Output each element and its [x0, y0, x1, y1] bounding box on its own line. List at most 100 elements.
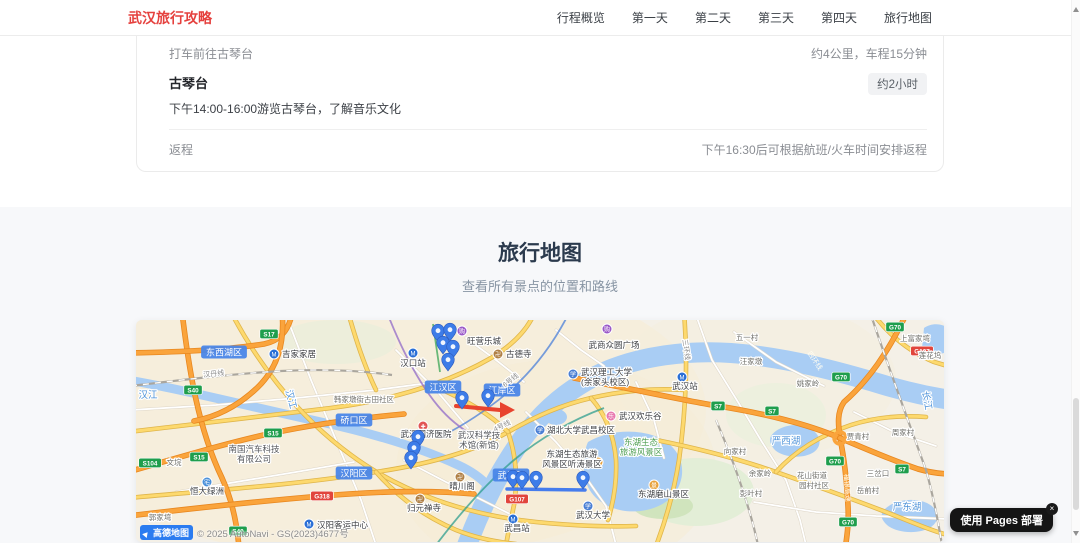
deploy-badge-text: 使用 Pages 部署	[960, 515, 1043, 527]
svg-text:归元禅寺: 归元禅寺	[407, 503, 442, 513]
svg-text:余家岭: 余家岭	[749, 468, 772, 478]
water-label: 严西湖	[771, 435, 802, 448]
return-note: 下午16:30后可根据航班/火车时间安排返程	[701, 143, 927, 157]
svg-text:S7: S7	[714, 403, 722, 410]
scrollbar[interactable]	[1071, 0, 1080, 543]
district-label: 硚口区	[335, 413, 373, 427]
svg-text:韩家墩街古田社区: 韩家墩街古田社区	[334, 394, 394, 404]
water-label: 汉江	[137, 389, 159, 402]
map-text-label: 五一村	[735, 331, 760, 343]
svg-text:周家村: 周家村	[892, 427, 915, 437]
svg-text:晴川阁: 晴川阁	[449, 481, 475, 491]
amap-logo-text: 高德地图	[153, 528, 190, 538]
road-badge-G70: G70	[825, 455, 845, 467]
nav-link-3[interactable]: 第三天	[758, 9, 794, 26]
svg-text:郭家塆: 郭家塆	[149, 512, 172, 522]
nav-link-5[interactable]: 旅行地图	[884, 9, 932, 26]
scrollbar-thumb[interactable]	[1073, 398, 1079, 510]
map-poi[interactable]: 武汉科学技术馆(新馆)	[457, 429, 502, 451]
scroll-down-icon[interactable]	[1073, 531, 1079, 539]
svg-text:严东湖: 严东湖	[893, 501, 922, 513]
road-badge-S40: S40	[183, 384, 203, 396]
road-badge-S15: S15	[263, 427, 283, 439]
map-poi[interactable]: 学湖北大学武昌校区	[534, 424, 617, 436]
map-text-label: 姚家岭	[796, 377, 821, 389]
amap-logo[interactable]: 高德地图	[140, 525, 194, 540]
route-blue	[505, 487, 587, 492]
svg-text:S15: S15	[193, 454, 205, 461]
map-text-label: 园村社区	[798, 479, 831, 491]
nav-links: 行程概览 第一天 第二天 第三天 第四天 旅行地图	[557, 9, 932, 26]
transfer-label: 打车前往古琴台	[169, 47, 254, 61]
spot-name: 古琴台	[169, 76, 209, 91]
close-icon[interactable]: ×	[1046, 503, 1058, 515]
svg-text:武汉欢乐谷: 武汉欢乐谷	[619, 411, 662, 421]
svg-text:G318: G318	[314, 493, 330, 500]
map-poi[interactable]: 卍古德寺	[492, 348, 533, 360]
nav-link-2[interactable]: 第二天	[695, 9, 731, 26]
return-row: 返程 下午16:30后可根据航班/火车时间安排返程	[169, 141, 927, 158]
svg-text:岳前村: 岳前村	[857, 485, 880, 495]
district-label: 江汉区	[424, 380, 462, 394]
road-badge-S7: S7	[764, 405, 780, 417]
map-poi[interactable]: 东湖生态旅游风景区	[619, 436, 664, 458]
map-text-label: 上富家塆	[899, 332, 932, 344]
svg-text:武汉理工大学: 武汉理工大学	[581, 367, 633, 377]
svg-text:S7: S7	[898, 466, 906, 473]
map-section: 旅行地图 查看所有景点的位置和路线 S17 S40 S15 S15 S104 S…	[0, 207, 1080, 543]
spot-description: 下午14:00-16:00游览古琴台，了解音乐文化	[169, 102, 402, 116]
svg-text:学: 学	[537, 426, 543, 434]
svg-text:S15: S15	[267, 430, 279, 437]
svg-text:贾青村: 贾青村	[847, 431, 870, 441]
svg-text:S7: S7	[768, 408, 776, 415]
svg-text:武昌站: 武昌站	[504, 523, 530, 533]
map-poi[interactable]: 乐武汉欢乐谷	[605, 410, 663, 422]
svg-text:园村社区: 园村社区	[799, 480, 829, 490]
scroll-up-icon[interactable]	[1073, 4, 1079, 12]
map-poi[interactable]: M 吉家家居	[268, 348, 317, 360]
main-content: 打车前往古琴台 约4公里，车程15分钟 古琴台 约2小时 下午14:00-16:…	[0, 36, 1080, 543]
spot-block: 古琴台 约2小时 下午14:00-16:00游览古琴台，了解音乐文化	[169, 73, 927, 117]
road-badge-S17: S17	[259, 328, 279, 340]
svg-text:花山街道: 花山街道	[797, 470, 827, 480]
nav-link-4[interactable]: 第四天	[821, 9, 857, 26]
svg-text:东湖磨山景区: 东湖磨山景区	[638, 489, 690, 499]
svg-text:购: 购	[604, 325, 610, 333]
svg-text:有限公司: 有限公司	[237, 454, 271, 464]
district-label: 汉阳区	[335, 466, 373, 480]
section-subtitle: 查看所有景点的位置和路线	[461, 279, 618, 294]
svg-text:M: M	[411, 351, 416, 357]
svg-text:卍: 卍	[495, 351, 501, 358]
svg-text:南国汽车科技: 南国汽车科技	[228, 444, 280, 454]
deploy-badge[interactable]: 使用 Pages 部署 ×	[950, 503, 1058, 532]
svg-text:武汉大学: 武汉大学	[576, 510, 611, 520]
duration-badge: 约2小时	[868, 73, 927, 95]
svg-text:古德寺: 古德寺	[506, 349, 532, 359]
map-text-label: 韩家墩街古田社区	[333, 393, 396, 405]
svg-text:乐: 乐	[608, 413, 614, 420]
water-label: 严东湖	[892, 500, 923, 514]
map-poi[interactable]: 景东湖生态旅游风景区听涛景区	[541, 448, 604, 470]
map-text-label: 花山街道	[796, 469, 829, 481]
nav-link-1[interactable]: 第一天	[632, 9, 668, 26]
svg-text:三岔口: 三岔口	[867, 468, 890, 478]
svg-text:G70: G70	[889, 324, 901, 331]
district-label: 东西湖区	[201, 345, 247, 359]
map-text-label: 三岔口	[866, 467, 891, 479]
svg-text:旅游风景区: 旅游风景区	[620, 447, 663, 457]
road-badge-S7: S7	[710, 400, 726, 412]
road-badge-G107: G107	[505, 493, 529, 505]
copyright-text: © 2025 AutoNavi - GS(2023)4677号	[197, 528, 349, 540]
svg-text:东西湖区: 东西湖区	[206, 346, 242, 357]
transfer-note: 约4公里，车程15分钟	[810, 47, 927, 61]
map-text-label: 余家岭	[748, 467, 773, 479]
svg-text:湖北大学武昌校区: 湖北大学武昌校区	[547, 425, 616, 435]
nav-link-0[interactable]: 行程概览	[557, 9, 605, 26]
map-svg[interactable]: S17S40S15S15S104S40G318 G107G107S7S7S7G70…	[136, 320, 944, 542]
svg-text:汪家墩: 汪家墩	[740, 356, 763, 366]
map-attribution: 高德地图 © 2025 AutoNavi - GS(2023)4677号	[140, 525, 349, 540]
map-text-label: 郭家塆	[148, 511, 173, 523]
svg-text:M: M	[272, 352, 277, 358]
svg-text:五一村: 五一村	[736, 332, 759, 342]
map-canvas[interactable]: S17 S40 S15 S15 S104 S40 G318 G107 G107 S7 S7 S7 G70…	[136, 320, 944, 542]
